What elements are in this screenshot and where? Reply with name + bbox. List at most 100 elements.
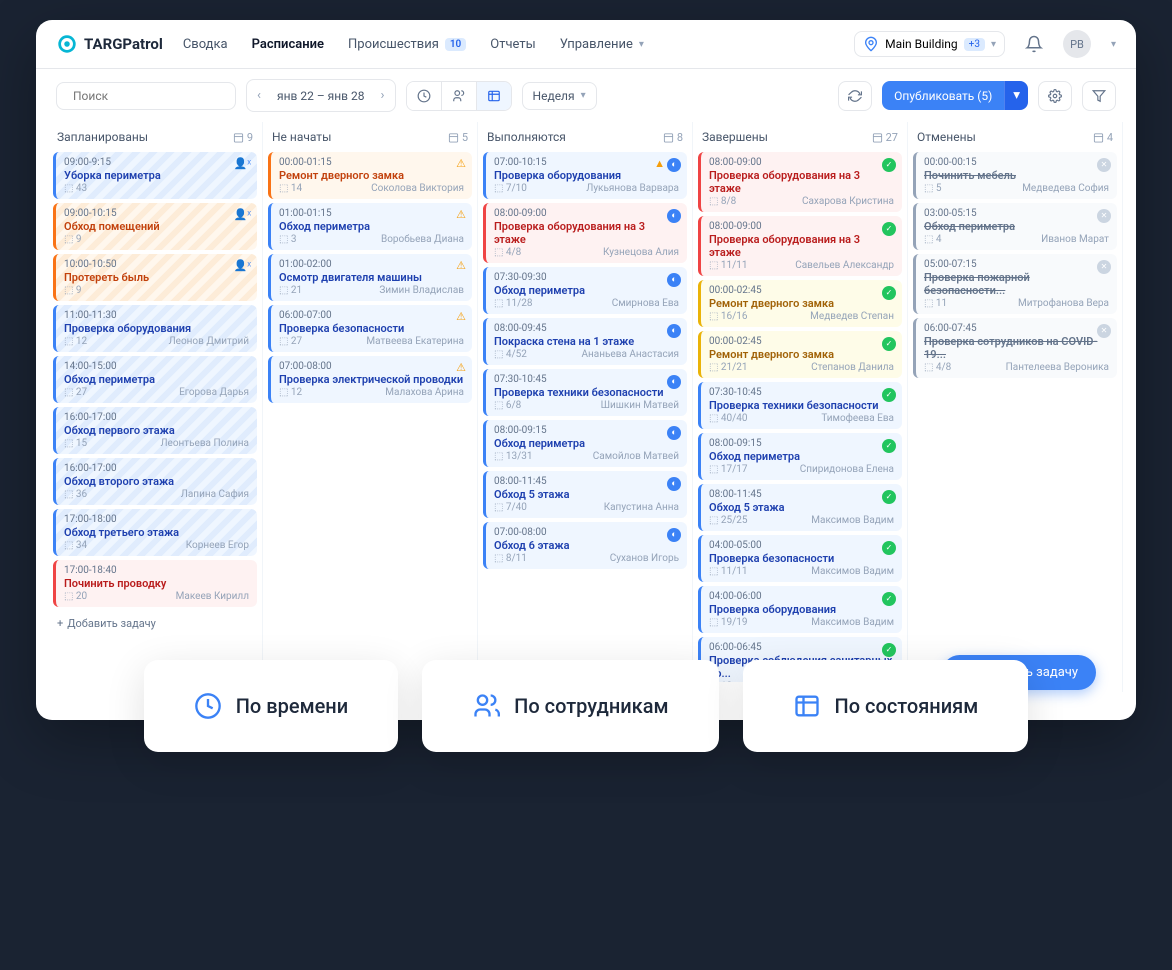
card-status-icon: ◐: [667, 323, 681, 338]
person-icon: 👤ˣ: [234, 259, 251, 272]
view-switcher: [406, 81, 512, 111]
refresh-button[interactable]: [838, 81, 872, 111]
task-card[interactable]: 08:00-09:00 Проверка оборудования на 3 э…: [483, 203, 687, 263]
card-time: 07:00-08:00: [494, 527, 679, 538]
location-selector[interactable]: Main Building +3 ▾: [854, 31, 1005, 57]
card-title: Проверка оборудования: [64, 322, 249, 335]
task-card[interactable]: 08:00-09:00 Проверка оборудования на 3 э…: [698, 152, 902, 212]
task-card[interactable]: 16:00-17:00 Обход первого этажа ⬚ 15 Лео…: [53, 407, 257, 454]
task-card[interactable]: 06:00-07:45 Проверка сотрудников на COVI…: [913, 318, 1117, 378]
card-progress: ⬚ 8/11: [494, 553, 527, 564]
gear-icon: [1048, 89, 1062, 103]
card-assignee: Медведев Степан: [810, 311, 894, 322]
plus-icon: +: [57, 617, 63, 630]
card-progress: ⬚ 25/25: [709, 515, 748, 526]
task-card[interactable]: 08:00-09:00 Проверка оборудования на 3 э…: [698, 216, 902, 276]
card-time: 08:00-09:15: [494, 425, 679, 436]
card-progress: ⬚ 9: [64, 285, 82, 296]
task-card[interactable]: 10:00-10:50 Протереть быль ⬚ 9 👤ˣ: [53, 254, 257, 301]
task-card[interactable]: 16:00-17:00 Обход второго этажа ⬚ 36 Лап…: [53, 458, 257, 505]
warning-icon: ⚠: [456, 157, 466, 170]
nav-schedule[interactable]: Расписание: [252, 37, 324, 52]
task-card[interactable]: 00:00-01:15 Ремонт дверного замка ⬚ 14 С…: [268, 152, 472, 199]
task-card[interactable]: 14:00-15:00 Обход периметра ⬚ 27 Егорова…: [53, 356, 257, 403]
card-assignee: Малахова Арина: [385, 387, 464, 398]
settings-button[interactable]: [1038, 81, 1072, 111]
kanban-icon: [487, 89, 501, 103]
task-card[interactable]: 08:00-11:45 Обход 5 этажа ⬚ 25/25 Максим…: [698, 484, 902, 531]
avatar[interactable]: PB: [1063, 30, 1091, 58]
nav-manage[interactable]: Управление ▾: [560, 37, 644, 52]
card-time: 06:00-07:00: [279, 310, 464, 321]
card-title: Проверка электрической проводки: [279, 373, 464, 386]
task-card[interactable]: 17:00-18:00 Обход третьего этажа ⬚ 34 Ко…: [53, 509, 257, 556]
task-card[interactable]: 05:00-07:15 Проверка пожарной безопаснос…: [913, 254, 1117, 314]
task-card[interactable]: 11:00-11:30 Проверка оборудования ⬚ 12 Л…: [53, 305, 257, 352]
task-card[interactable]: 07:30-10:45 Проверка техники безопасност…: [483, 369, 687, 416]
task-card[interactable]: 04:00-05:00 Проверка безопасности ⬚ 11/1…: [698, 535, 902, 582]
nav-incidents[interactable]: Происшествия10: [348, 37, 466, 52]
task-card[interactable]: 07:30-10:45 Проверка техники безопасност…: [698, 382, 902, 429]
date-next-button[interactable]: ›: [373, 84, 393, 107]
task-card[interactable]: 17:00-18:40 Починить проводку ⬚ 20 Макее…: [53, 560, 257, 607]
task-card[interactable]: 08:00-09:45 Покраска стена на 1 этаже ⬚ …: [483, 318, 687, 365]
kanban-board: Запланированы 9 09:00-9:15 Уборка периме…: [36, 122, 1136, 692]
card-time: 05:00-07:15: [924, 259, 1109, 270]
period-selector[interactable]: Неделя ▾: [522, 82, 597, 110]
location-extra-badge: +3: [964, 38, 985, 51]
card-assignee: Кузнецова Алия: [603, 247, 679, 258]
mode-card-people[interactable]: По сотрудникам: [422, 660, 718, 752]
logo[interactable]: TARGPatrol: [56, 33, 163, 55]
view-time-button[interactable]: [407, 82, 442, 110]
warning-icon: ⚠: [456, 361, 466, 374]
card-progress: ⬚ 3: [279, 234, 297, 245]
task-card[interactable]: 03:00-05:15 Обход периметра ⬚ 4 Иванов М…: [913, 203, 1117, 250]
period-label: Неделя: [533, 89, 575, 103]
task-card[interactable]: 08:00-09:15 Обход периметра ⬚ 17/17 Спир…: [698, 433, 902, 480]
kanban-column: Запланированы 9 09:00-9:15 Уборка периме…: [48, 122, 263, 692]
bell-icon[interactable]: [1025, 35, 1043, 53]
nav-manage-label: Управление: [560, 37, 633, 52]
task-card[interactable]: 07:30-09:30 Обход периметра ⬚ 11/28 Смир…: [483, 267, 687, 314]
date-prev-button[interactable]: ‹: [249, 84, 269, 107]
nav-reports[interactable]: Отчеты: [490, 37, 535, 52]
card-time: 08:00-09:15: [709, 438, 894, 449]
publish-button[interactable]: Опубликовать (5): [882, 81, 1004, 110]
task-card[interactable]: 00:00-02:45 Ремонт дверного замка ⬚ 16/1…: [698, 280, 902, 327]
task-card[interactable]: 06:00-07:00 Проверка безопасности ⬚ 27 М…: [268, 305, 472, 352]
task-card[interactable]: 04:00-06:00 Проверка оборудования ⬚ 19/1…: [698, 586, 902, 633]
task-card[interactable]: 00:00-02:45 Ремонт дверного замка ⬚ 21/2…: [698, 331, 902, 378]
mode-card-status[interactable]: По состояниям: [743, 660, 1029, 752]
card-status-icon: ▲◐: [654, 157, 681, 172]
view-people-button[interactable]: [442, 82, 477, 110]
card-progress: ⬚ 43: [64, 183, 87, 194]
task-card[interactable]: 00:00-00:15 Починить мебель ⬚ 5 Медведев…: [913, 152, 1117, 199]
publish-dropdown-button[interactable]: ▾: [1004, 81, 1028, 110]
card-progress: ⬚ 4/8: [494, 247, 521, 258]
nav-summary[interactable]: Сводка: [183, 37, 228, 52]
task-card[interactable]: 09:00-10:15 Обход помещений ⬚ 9 👤ˣ: [53, 203, 257, 250]
mode-card-time[interactable]: По времени: [144, 660, 398, 752]
task-card[interactable]: 01:00-02:00 Осмотр двигателя машины ⬚ 21…: [268, 254, 472, 301]
card-title: Протереть быль: [64, 271, 249, 284]
column-title: Завершены: [702, 130, 768, 144]
chevron-down-icon[interactable]: ▾: [1111, 39, 1116, 50]
search-input[interactable]: [73, 89, 229, 103]
task-card[interactable]: 07:00-08:00 Проверка электрической прово…: [268, 356, 472, 403]
task-card[interactable]: 07:00-08:00 Обход 6 этажа ⬚ 8/11 Суханов…: [483, 522, 687, 569]
add-task-button[interactable]: +Добавить задачу: [53, 611, 257, 636]
filter-button[interactable]: [1082, 81, 1116, 111]
card-title: Обход периметра: [64, 373, 249, 386]
incidents-badge: 10: [445, 38, 466, 51]
task-card[interactable]: 08:00-11:45 Обход 5 этажа ⬚ 7/40 Капусти…: [483, 471, 687, 518]
card-title: Проверка оборудования на 3 этаже: [494, 220, 679, 246]
card-progress: ⬚ 12: [279, 387, 302, 398]
card-title: Ремонт дверного замка: [709, 297, 894, 310]
card-time: 08:00-09:45: [494, 323, 679, 334]
search-box[interactable]: [56, 82, 236, 110]
task-card[interactable]: 01:00-01:15 Обход периметра ⬚ 3 Воробьев…: [268, 203, 472, 250]
task-card[interactable]: 08:00-09:15 Обход периметра ⬚ 13/31 Само…: [483, 420, 687, 467]
task-card[interactable]: 09:00-9:15 Уборка периметра ⬚ 43 👤ˣ: [53, 152, 257, 199]
task-card[interactable]: 07:00-10:15 Проверка оборудования ⬚ 7/10…: [483, 152, 687, 199]
view-status-button[interactable]: [477, 82, 511, 110]
